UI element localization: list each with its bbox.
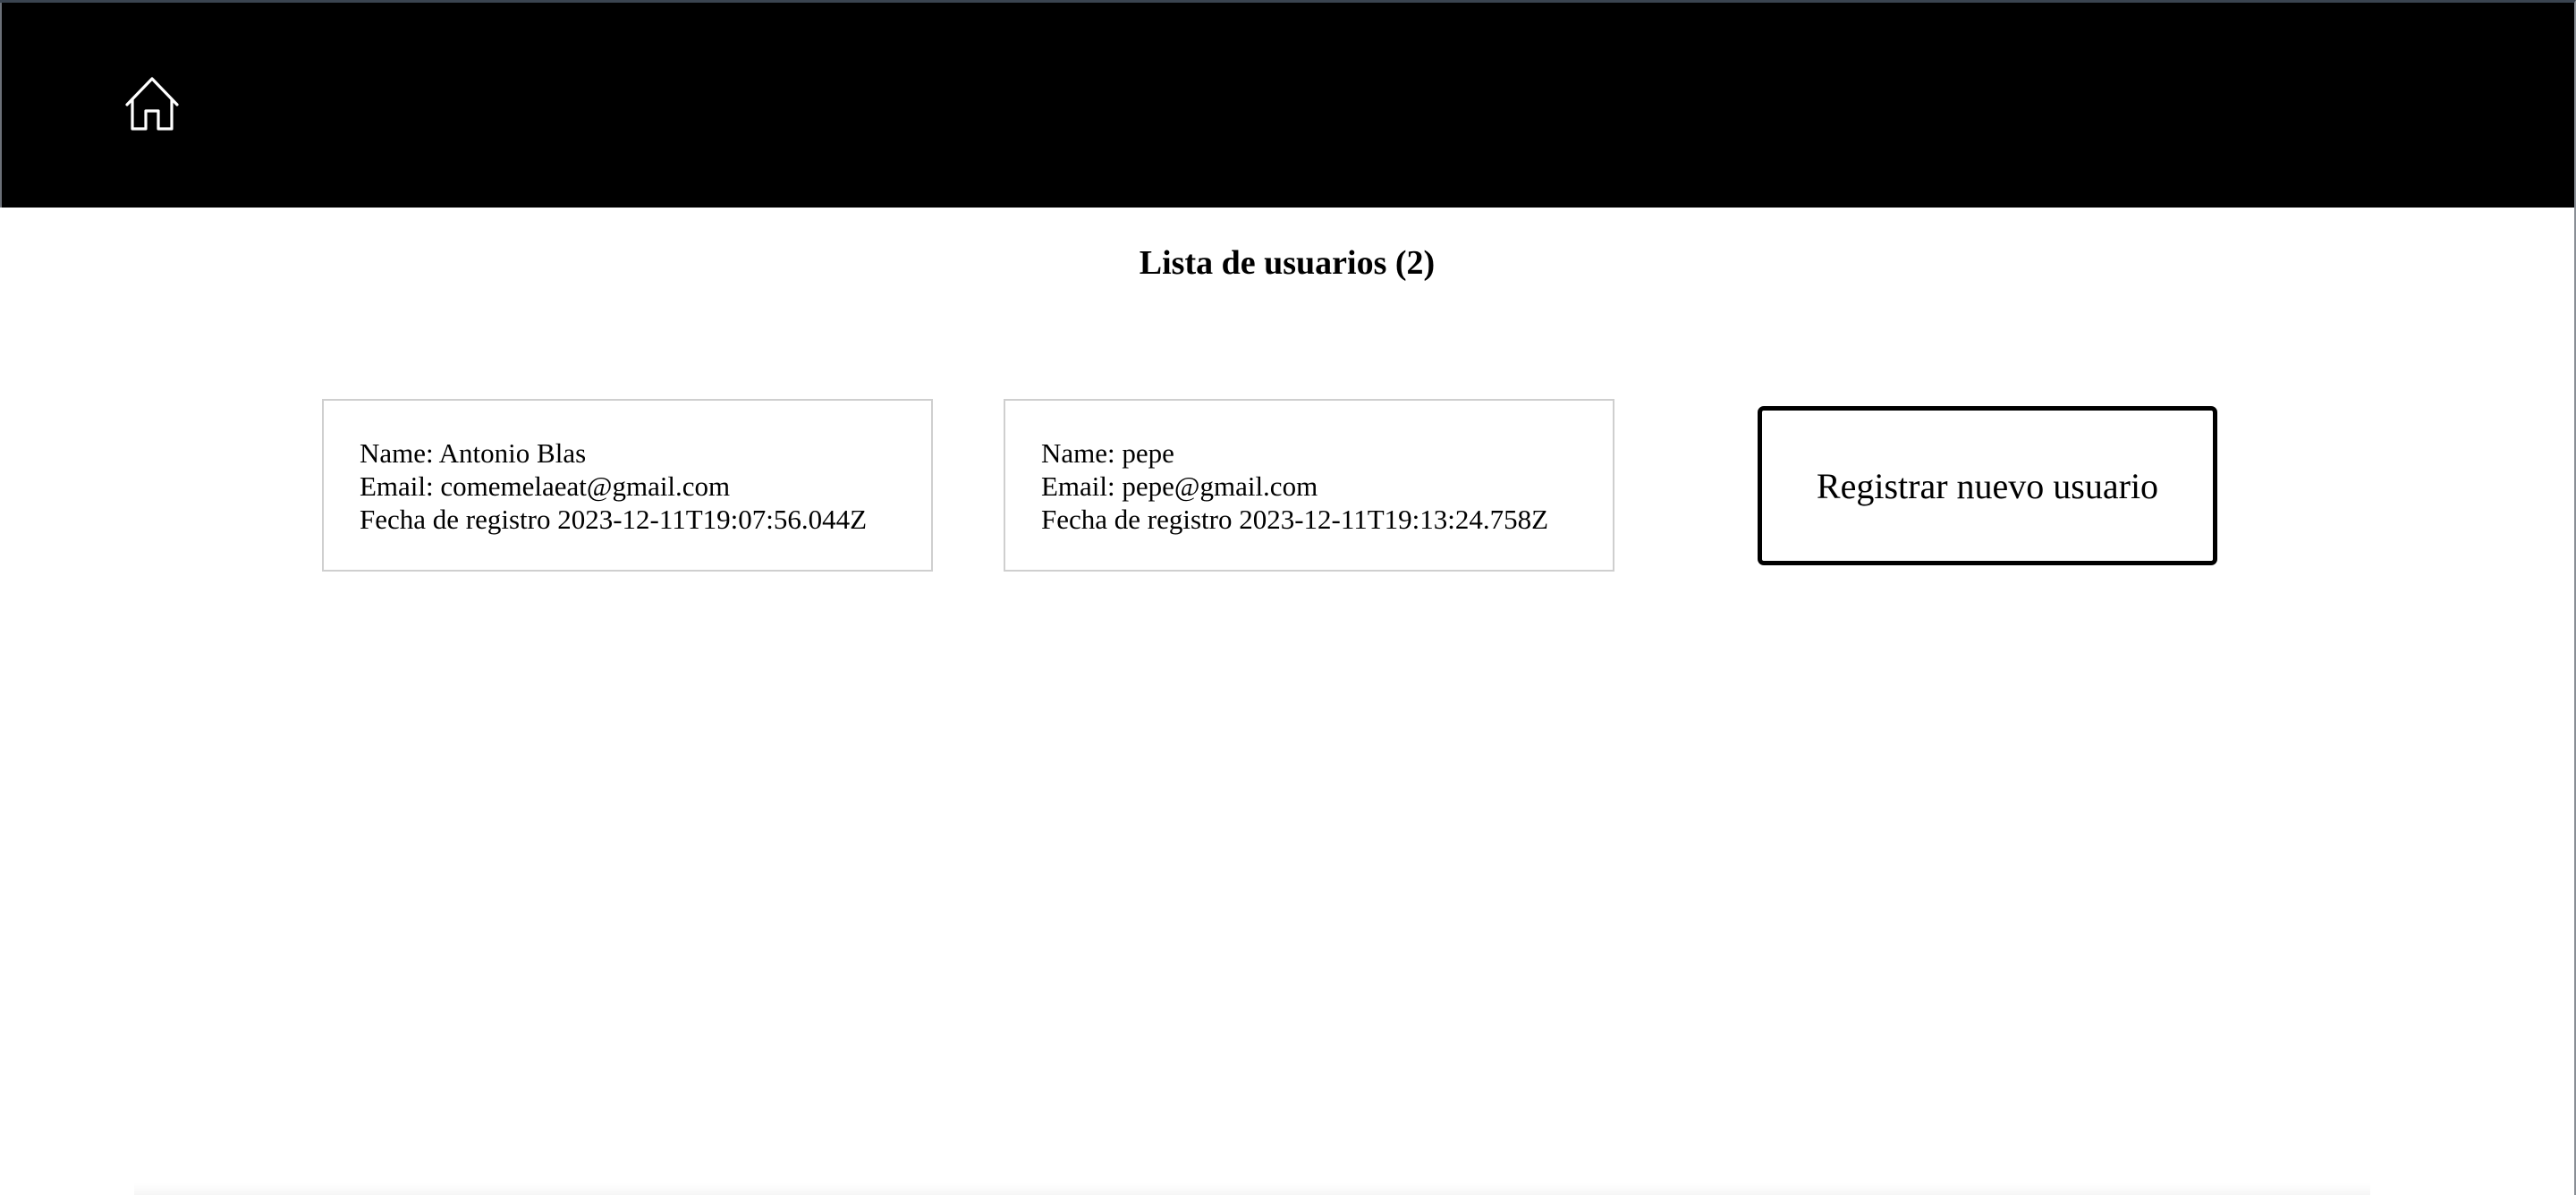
user-card: Name: Antonio Blas Email: comemelaeat@gm…: [322, 399, 933, 572]
home-icon: [122, 73, 182, 134]
page-title: Lista de usuarios (2): [1139, 244, 1436, 282]
home-link[interactable]: [122, 73, 182, 134]
user-email: Email: comemelaeat@gmail.com: [360, 470, 731, 502]
user-name: Name: pepe: [1041, 437, 1174, 469]
user-registration-date: Fecha de registro 2023-12-11T19:07:56.04…: [360, 504, 868, 535]
user-email: Email: pepe@gmail.com: [1041, 470, 1318, 502]
register-new-user-button[interactable]: Registrar nuevo usuario: [1758, 406, 2217, 565]
top-nav-bar: [0, 3, 2574, 208]
bottom-edge-shadow: [134, 1182, 2370, 1195]
user-registration-date: Fecha de registro 2023-12-11T19:13:24.75…: [1041, 504, 1549, 535]
page: Lista de usuarios (2) Name: Antonio Blas…: [0, 0, 2576, 1195]
user-card: Name: pepe Email: pepe@gmail.com Fecha d…: [1004, 399, 1614, 572]
user-name: Name: Antonio Blas: [360, 437, 587, 469]
